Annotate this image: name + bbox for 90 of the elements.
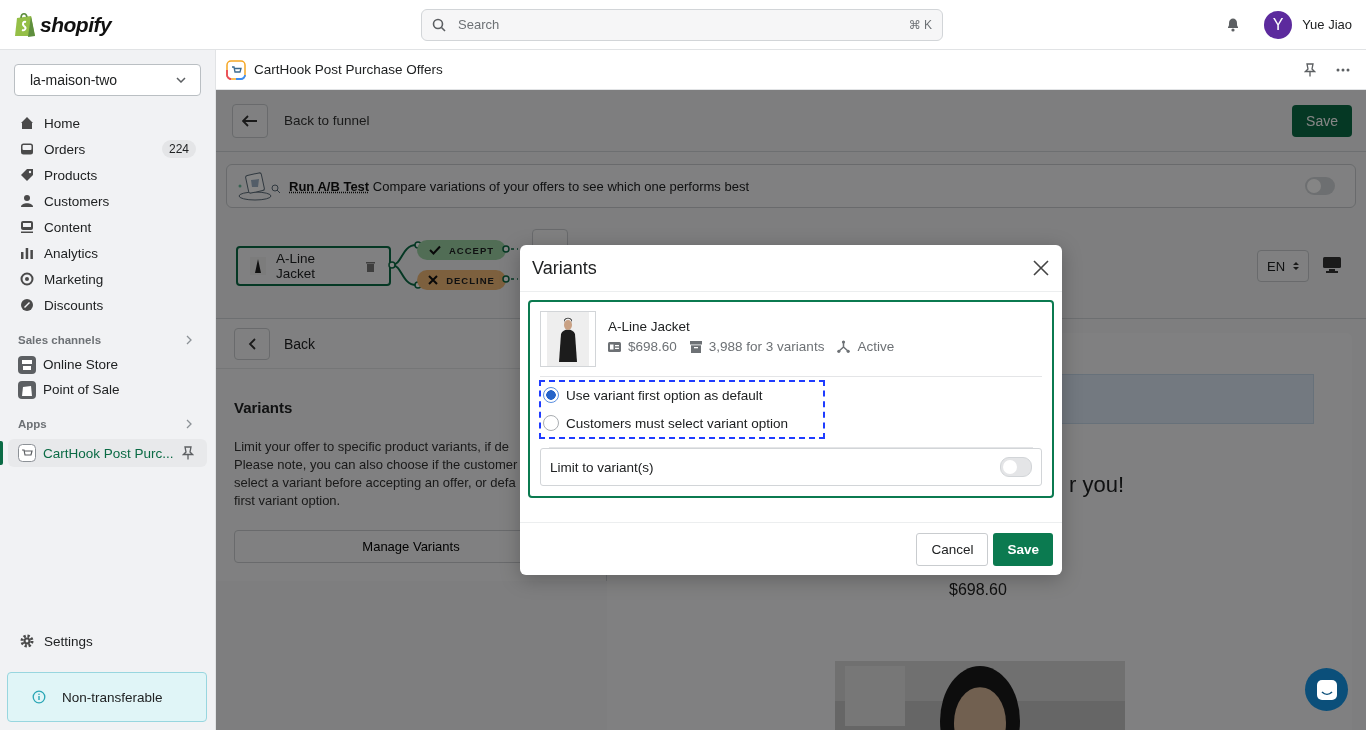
funnel-node[interactable]: A-Line Jacket <box>236 246 391 286</box>
shopify-logo[interactable]: shopify <box>14 11 421 38</box>
branch-icon <box>837 340 851 353</box>
save-button[interactable]: Save <box>993 532 1053 566</box>
desktop-icon[interactable] <box>1323 257 1341 273</box>
back-label: Back <box>284 335 316 352</box>
chevron-right-icon[interactable] <box>186 419 192 429</box>
ab-test-text: Run A/B Test Compare variations of your offers to see which one performs best <box>289 178 749 194</box>
trash-icon[interactable] <box>366 260 375 272</box>
count-badge: 224 <box>161 140 196 158</box>
section-heading: Sales channels <box>18 334 102 346</box>
check-icon <box>428 245 441 255</box>
pin-icon[interactable] <box>1304 62 1316 77</box>
ab-test-toggle[interactable] <box>1305 177 1335 195</box>
arrow-left-icon <box>242 114 258 127</box>
limit-toggle[interactable] <box>1000 457 1032 477</box>
preview-price: $698.60 <box>949 581 1007 599</box>
user-name[interactable]: Yue Jiao <box>1302 17 1352 32</box>
more-icon[interactable] <box>1336 67 1350 72</box>
price-tag-icon <box>608 341 621 352</box>
dialog-title: Variants <box>532 257 597 279</box>
connector-port <box>502 244 518 254</box>
target-icon <box>20 272 34 286</box>
language-select[interactable]: EN <box>1257 250 1309 282</box>
nav-item[interactable]: Discounts <box>0 292 215 318</box>
sort-caret-icon <box>1293 261 1300 271</box>
search-field[interactable]: Search ⌘ K <box>421 8 943 41</box>
monitor-icon <box>20 220 34 234</box>
user-avatar[interactable]: Y <box>1264 10 1293 39</box>
cancel-button[interactable]: Cancel <box>916 532 989 566</box>
settings-icon <box>20 634 34 648</box>
store-selector[interactable]: la-maison-two <box>14 64 201 96</box>
chat-icon <box>1315 678 1338 701</box>
inventory-count: 3,988 for 3 variants <box>708 339 825 354</box>
run-ab-test-link[interactable]: Run A/B Test <box>289 178 370 194</box>
close-icon <box>428 275 439 285</box>
bar-chart-icon <box>20 246 34 260</box>
inbox-icon <box>20 142 34 156</box>
close-icon[interactable] <box>1033 260 1049 276</box>
chevron-right-icon[interactable] <box>186 335 192 345</box>
app-title: CartHook Post Purchase Offers <box>254 62 443 77</box>
back-button[interactable] <box>232 103 268 138</box>
radio-label: Customers must select variant option <box>566 415 789 431</box>
nav-item[interactable]: Point of Sale <box>0 377 215 402</box>
search-icon <box>432 17 446 32</box>
back-label: Back to funnel <box>284 113 370 128</box>
nav-item[interactable]: Customers <box>0 188 215 214</box>
shopping-bag-icon <box>18 380 36 399</box>
app-logo-icon <box>226 59 246 80</box>
shopping-bag-icon <box>14 11 36 38</box>
radio-button[interactable] <box>543 415 559 431</box>
cart-icon <box>18 444 36 462</box>
limit-label: Limit to variant(s) <box>550 459 654 475</box>
chevron-left-icon <box>248 337 256 350</box>
search-input[interactable]: Search <box>456 16 899 33</box>
storefront-icon <box>18 355 36 374</box>
section-description: Limit your offer to specific product variants, if de Please note, you can also choose if the customer select a variant before accepting an offer, or defa first variant option. <box>234 438 518 510</box>
nav-item[interactable]: Online Store <box>0 352 215 377</box>
connector-port <box>502 274 518 284</box>
home-icon <box>20 116 34 130</box>
radio-option[interactable]: Customers must select variant option <box>543 415 823 431</box>
ab-test-illustration <box>235 170 283 202</box>
chevron-down-icon <box>176 77 186 83</box>
nav-item[interactable]: Orders 224 <box>0 136 215 162</box>
tag-icon <box>20 168 34 182</box>
preview-heading: r you! <box>1069 472 1125 498</box>
radio-option[interactable]: Use variant first option as default <box>543 387 823 403</box>
nav-item[interactable]: Analytics <box>0 240 215 266</box>
pin-icon[interactable] <box>182 446 194 460</box>
nav-item[interactable]: Marketing <box>0 266 215 292</box>
save-button[interactable]: Save <box>1292 104 1352 137</box>
nav-item[interactable]: Home <box>0 110 215 136</box>
back-button[interactable] <box>234 327 270 360</box>
info-icon <box>32 690 46 704</box>
section-heading: Apps <box>18 418 47 430</box>
person-icon <box>20 194 34 208</box>
archive-box-icon <box>689 340 702 353</box>
product-price: $698.60 <box>628 339 677 354</box>
node-label: A-Line Jacket <box>276 251 317 281</box>
shortcut-hint: ⌘ K <box>908 17 932 32</box>
notice-text: Non-transferable <box>62 689 163 705</box>
radio-button[interactable] <box>543 387 559 403</box>
nav-item[interactable]: Content <box>0 214 215 240</box>
radio-label: Use variant first option as default <box>566 387 763 403</box>
section-title: Variants <box>234 399 294 416</box>
bell-icon[interactable] <box>1226 17 1241 32</box>
nav-item[interactable]: Products <box>0 162 215 188</box>
product-status: Active <box>857 339 895 354</box>
product-name: A-Line Jacket <box>608 319 691 334</box>
settings-item[interactable]: Settings <box>0 628 215 654</box>
